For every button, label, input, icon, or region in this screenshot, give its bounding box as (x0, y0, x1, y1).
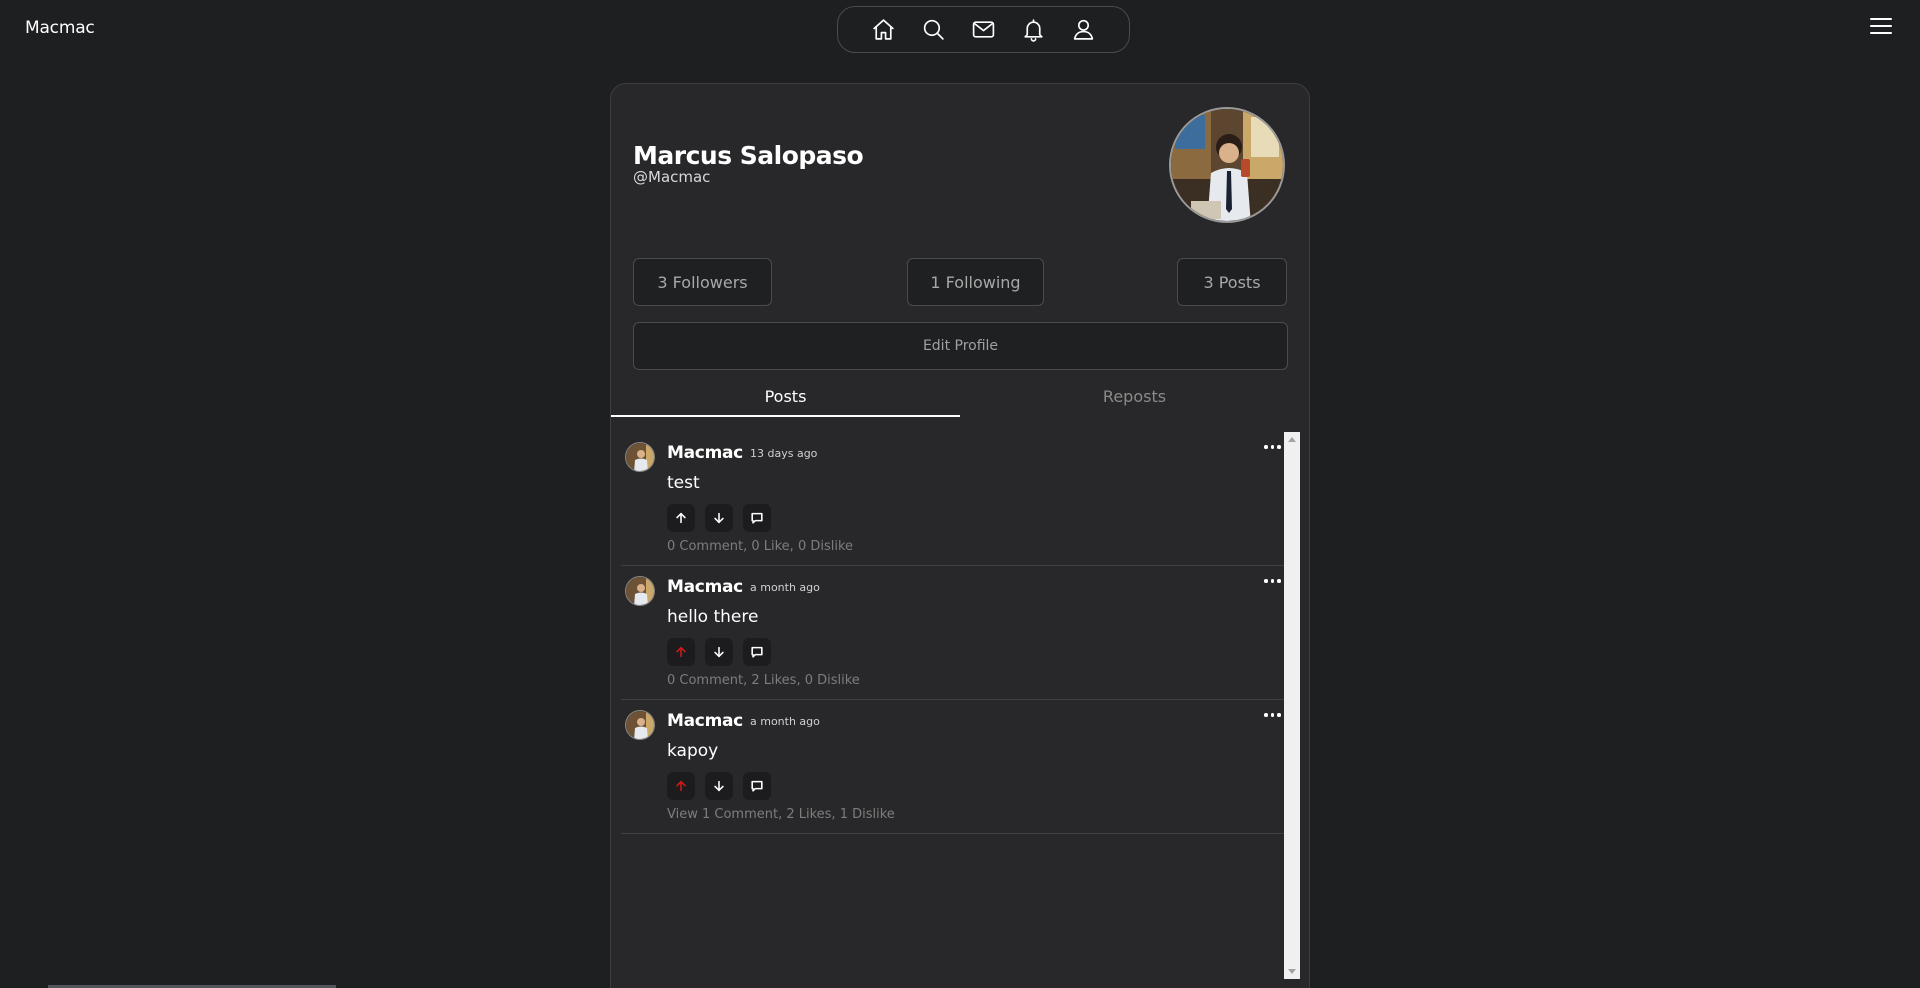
post-content: hello there (667, 607, 759, 627)
post-avatar[interactable] (625, 576, 655, 606)
upvote-button[interactable] (667, 504, 695, 532)
more-options-icon[interactable] (1264, 576, 1282, 586)
mail-icon[interactable] (964, 11, 1002, 49)
followers-button[interactable]: 3 Followers (633, 258, 772, 306)
post-item: Macmac a month ago hello there 0 Comment… (621, 566, 1288, 700)
post-username[interactable]: Macmac (667, 711, 743, 731)
upvote-button[interactable] (667, 638, 695, 666)
post-avatar[interactable] (625, 710, 655, 740)
upvote-button[interactable] (667, 772, 695, 800)
downvote-button[interactable] (705, 504, 733, 532)
post-item: Macmac a month ago kapoy View 1 Comment,… (621, 700, 1288, 834)
hamburger-menu-icon[interactable] (1870, 16, 1892, 36)
feed-scrollbar[interactable] (1284, 432, 1300, 979)
post-avatar[interactable] (625, 442, 655, 472)
profile-handle: @Macmac (633, 168, 711, 186)
more-options-icon[interactable] (1264, 710, 1282, 720)
comment-button[interactable] (743, 772, 771, 800)
edit-profile-button[interactable]: Edit Profile (633, 322, 1288, 370)
home-icon[interactable] (864, 11, 902, 49)
post-username[interactable]: Macmac (667, 443, 743, 463)
post-item: Macmac 13 days ago test 0 Comment, 0 Lik… (621, 432, 1288, 566)
post-stats[interactable]: View 1 Comment, 2 Likes, 1 Dislike (667, 807, 895, 822)
posts-count-button[interactable]: 3 Posts (1177, 258, 1287, 306)
comment-button[interactable] (743, 638, 771, 666)
posts-feed: Macmac 13 days ago test 0 Comment, 0 Lik… (621, 432, 1288, 988)
post-timestamp: 13 days ago (750, 447, 818, 460)
scroll-up-arrow-icon[interactable] (1288, 437, 1296, 442)
profile-tabs: Posts Reposts (611, 376, 1309, 417)
downvote-button[interactable] (705, 772, 733, 800)
post-username[interactable]: Macmac (667, 577, 743, 597)
tab-posts[interactable]: Posts (611, 376, 960, 417)
top-navigation (837, 6, 1130, 53)
comment-button[interactable] (743, 504, 771, 532)
post-actions (667, 504, 771, 532)
post-stats[interactable]: 0 Comment, 0 Like, 0 Dislike (667, 539, 853, 554)
post-content: test (667, 473, 700, 493)
brand-logo-text[interactable]: Macmac (25, 18, 95, 38)
user-icon[interactable] (1065, 11, 1103, 49)
bell-icon[interactable] (1015, 11, 1053, 49)
post-timestamp: a month ago (750, 715, 820, 728)
search-icon[interactable] (914, 11, 952, 49)
post-actions (667, 638, 771, 666)
scroll-down-arrow-icon[interactable] (1288, 969, 1296, 974)
post-stats[interactable]: 0 Comment, 2 Likes, 0 Dislike (667, 673, 860, 688)
profile-avatar[interactable] (1169, 107, 1285, 223)
tab-reposts[interactable]: Reposts (960, 376, 1309, 416)
downvote-button[interactable] (705, 638, 733, 666)
profile-name: Marcus Salopaso (633, 141, 864, 170)
post-content: kapoy (667, 741, 719, 761)
following-button[interactable]: 1 Following (907, 258, 1044, 306)
more-options-icon[interactable] (1264, 442, 1282, 452)
post-actions (667, 772, 771, 800)
profile-card: Marcus Salopaso @Macmac 3 Followers 1 Fo… (610, 83, 1310, 988)
post-timestamp: a month ago (750, 581, 820, 594)
